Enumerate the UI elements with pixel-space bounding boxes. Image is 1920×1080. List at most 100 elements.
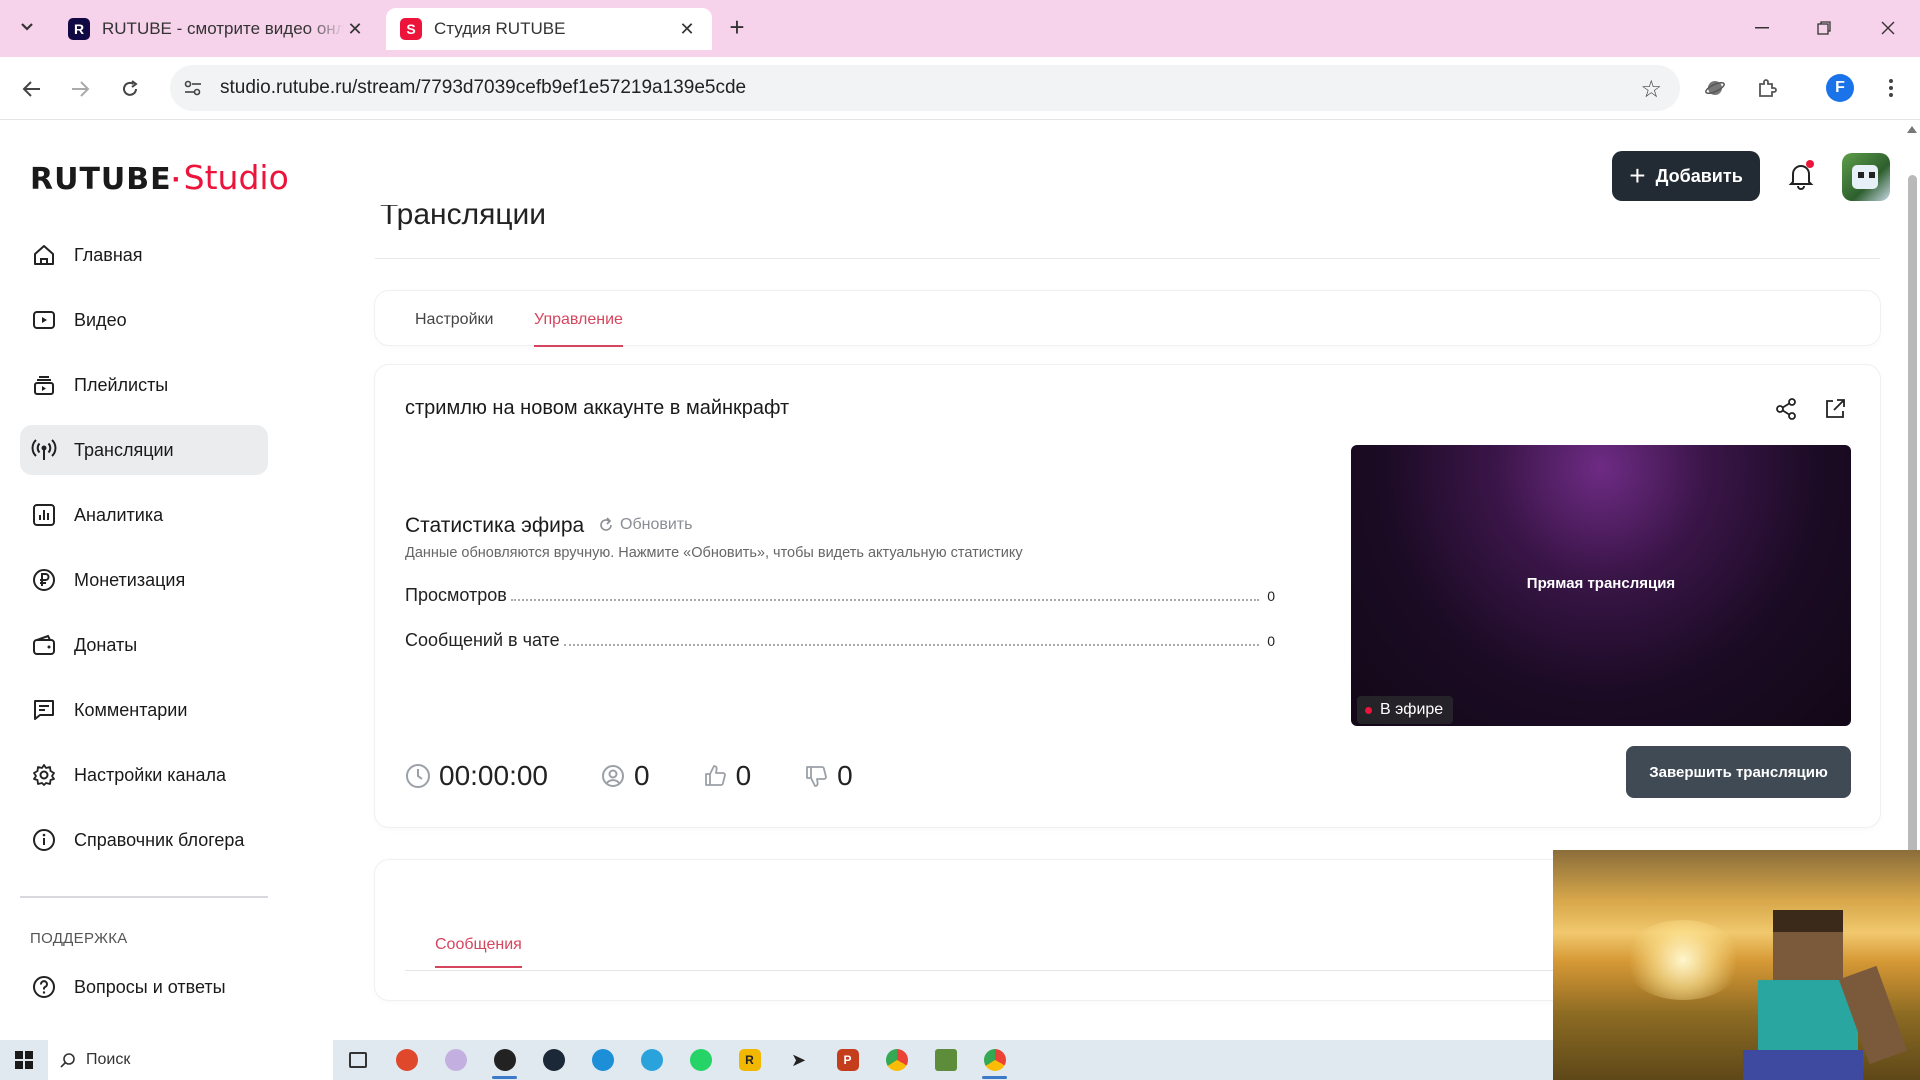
sidebar-item-comments[interactable]: Комментарии — [20, 685, 268, 735]
chrome-app-icon[interactable] — [872, 1040, 921, 1080]
title-divider — [375, 258, 1880, 259]
stat-label: Сообщений в чате — [405, 630, 560, 650]
sidebar-item-channel-settings[interactable]: Настройки канала — [20, 750, 268, 800]
likes-counter: 0 — [702, 760, 752, 792]
info-icon — [30, 826, 58, 854]
close-tab-icon[interactable]: ✕ — [676, 18, 698, 40]
notifications-bell-icon[interactable] — [1784, 158, 1818, 194]
stat-leader-dots — [510, 599, 1260, 601]
open-external-icon[interactable] — [1821, 395, 1849, 423]
task-view-icon[interactable] — [333, 1040, 382, 1080]
avatar-eye — [1869, 172, 1875, 178]
search-icon — [60, 1053, 75, 1068]
restore-icon[interactable] — [1804, 8, 1844, 48]
sidebar-item-label: Видео — [74, 309, 127, 330]
close-window-icon[interactable] — [1868, 8, 1908, 48]
sidebar-item-blogger-guide[interactable]: Справочник блогера — [20, 815, 268, 865]
viewers-counter: 0 — [600, 760, 650, 792]
address-bar[interactable]: studio.rutube.ru/stream/7793d7039cefb9ef… — [170, 65, 1680, 111]
dislikes-value: 0 — [837, 760, 853, 791]
sidebar-divider — [20, 896, 268, 898]
stat-leader-dots — [563, 644, 1260, 646]
tab-search-chevron-icon[interactable] — [10, 10, 44, 44]
live-badge-label: В эфире — [1380, 701, 1444, 718]
page-title: Трансляции — [380, 205, 547, 231]
powerpoint-app-icon[interactable]: P — [823, 1040, 872, 1080]
new-tab-icon[interactable]: + — [722, 12, 752, 42]
sidebar-nav: Главная Видео Плейлисты Трансляции Анали… — [20, 230, 268, 880]
sidebar-faq: Вопросы и ответы — [20, 962, 268, 1027]
paint-app-icon[interactable] — [382, 1040, 431, 1080]
question-icon — [30, 973, 58, 1001]
logo-text: RUTUBE — [30, 162, 172, 197]
whatsapp-app-icon[interactable] — [676, 1040, 725, 1080]
character-legs — [1743, 1050, 1863, 1080]
sidebar-item-label: Трансляции — [74, 439, 174, 460]
sidebar-item-faq[interactable]: Вопросы и ответы — [20, 962, 268, 1012]
browser-tab-rutube[interactable]: R RUTUBE - смотрите видео онлайн ✕ — [54, 8, 380, 50]
scroll-up-arrow-icon[interactable] — [1907, 126, 1917, 133]
windows-taskbar: Поиск R ➤ P — [0, 1040, 1553, 1080]
site-settings-icon[interactable] — [170, 65, 216, 111]
sidebar-item-analytics[interactable]: Аналитика — [20, 490, 268, 540]
stream-preview[interactable]: Прямая трансляция В эфире — [1351, 445, 1851, 726]
profile-avatar[interactable]: F — [1826, 74, 1854, 102]
sidebar-item-home[interactable]: Главная — [20, 230, 268, 280]
clock-icon — [405, 763, 431, 789]
browser-menu-icon[interactable] — [1874, 71, 1908, 105]
logo-dot: · — [171, 163, 182, 196]
edge-app-icon[interactable] — [578, 1040, 627, 1080]
app-icon[interactable] — [431, 1040, 480, 1080]
telegram-app-icon[interactable] — [627, 1040, 676, 1080]
sidebar-item-label: Справочник блогера — [74, 829, 245, 850]
sidebar-item-donations[interactable]: Донаты — [20, 620, 268, 670]
steam-app-icon[interactable] — [529, 1040, 578, 1080]
sidebar-item-label: Комментарии — [74, 699, 188, 720]
character-hair — [1773, 910, 1843, 932]
reload-icon[interactable] — [110, 69, 150, 109]
browser-tab-studio[interactable]: S Студия RUTUBE ✕ — [386, 8, 712, 50]
sidebar-item-label: Аналитика — [74, 504, 164, 525]
minecraft-app-icon[interactable] — [921, 1040, 970, 1080]
stream-title: стримлю на новом аккаунте в майнкрафт — [405, 397, 790, 419]
channel-avatar[interactable] — [1842, 153, 1890, 201]
minimize-icon[interactable] — [1742, 8, 1782, 48]
search-placeholder: Поиск — [86, 1051, 131, 1068]
plus-icon: + — [1629, 160, 1646, 191]
tab-management[interactable]: Управление — [534, 311, 623, 347]
windows-start-icon[interactable] — [0, 1040, 48, 1080]
preview-label: Прямая трансляция — [1526, 575, 1676, 592]
sidebar-item-label: Монетизация — [74, 569, 186, 590]
share-icon[interactable] — [1772, 395, 1800, 423]
sidebar-item-monetization[interactable]: Монетизация — [20, 555, 268, 605]
refresh-icon — [600, 517, 612, 531]
chrome-running-app-icon[interactable] — [970, 1040, 1019, 1080]
obs-app-icon[interactable] — [480, 1040, 529, 1080]
sidebar-item-broadcasts[interactable]: Трансляции — [20, 425, 268, 475]
refresh-stats-button[interactable]: Обновить — [598, 516, 692, 534]
forward-arrow-icon[interactable] — [60, 69, 100, 109]
add-button[interactable]: + Добавить — [1612, 151, 1760, 201]
stat-value: 0 — [1267, 633, 1275, 649]
extensions-puzzle-icon[interactable] — [1750, 71, 1784, 105]
sidebar-item-video[interactable]: Видео — [20, 295, 268, 345]
close-tab-icon[interactable]: ✕ — [344, 18, 366, 40]
tab-title: RUTUBE - смотрите видео онлайн — [102, 19, 344, 38]
rutube-studio-logo[interactable]: RUTUBE · Studio — [30, 158, 289, 197]
bookmark-star-icon[interactable]: ☆ — [1640, 75, 1662, 104]
end-stream-button[interactable]: Завершить трансляцию — [1626, 746, 1851, 798]
tab-messages[interactable]: Сообщения — [435, 936, 522, 968]
playlist-icon — [30, 371, 58, 399]
likes-value: 0 — [735, 760, 752, 791]
tab-settings[interactable]: Настройки — [415, 311, 493, 329]
gear-icon — [30, 761, 58, 789]
cursor-app-icon[interactable]: ➤ — [774, 1040, 823, 1080]
sun-glow — [1623, 920, 1743, 1000]
sidebar-item-playlists[interactable]: Плейлисты — [20, 360, 268, 410]
back-arrow-icon[interactable] — [12, 69, 52, 109]
comment-icon — [30, 696, 58, 724]
taskbar-search-input[interactable]: Поиск — [48, 1040, 333, 1080]
stat-row-views: Просмотров 0 — [405, 580, 1275, 606]
rockstar-app-icon[interactable]: R — [725, 1040, 774, 1080]
extension-planet-icon[interactable] — [1698, 71, 1732, 105]
